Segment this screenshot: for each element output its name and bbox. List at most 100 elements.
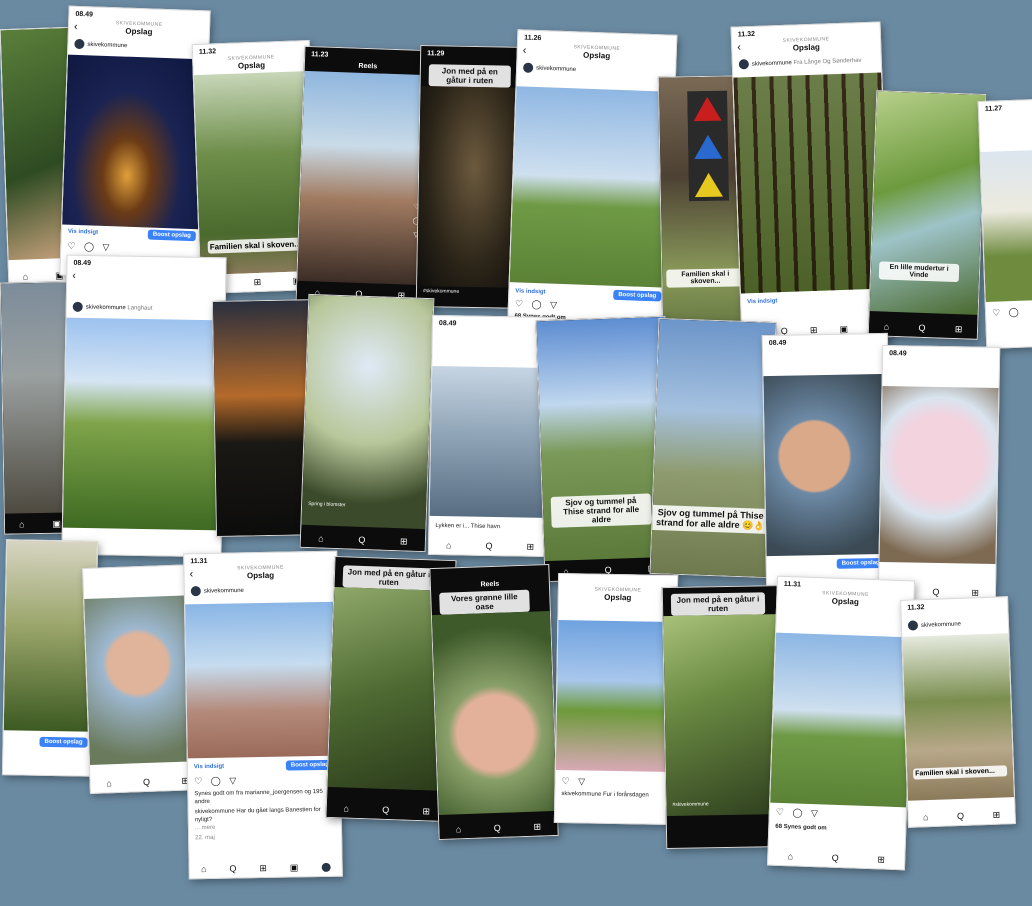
reels-title: Reels	[480, 580, 500, 589]
post-card-man-glasses[interactable]: 08.49 Boost opslag ⌂Q⊞	[761, 332, 893, 598]
add-icon[interactable]: ⊞	[526, 541, 534, 552]
post-photo	[980, 150, 1032, 302]
back-icon[interactable]: ‹	[72, 270, 76, 282]
boost-button[interactable]: Boost opslag	[147, 229, 196, 242]
post-card-tent-2[interactable]: 11.31 SKIVEKOMMUNE Opslag ♡ ◯ ▽ 68 Synes …	[766, 575, 916, 871]
reel-overlay-text: En lille mudertur i Vinde	[878, 261, 960, 283]
post-caption: Lykken er i... Thise havn	[435, 523, 501, 531]
status-time: 08.49	[73, 259, 92, 268]
post-card-forest-path[interactable]: 11.32 skivekommune Familien skal i skove…	[900, 596, 1016, 828]
reel-frame	[431, 610, 557, 815]
post-card-pine-forest[interactable]: 11.32 ‹ SKIVEKOMMUNE Opslag skivekommune …	[730, 21, 892, 343]
home-icon[interactable]: ⌂	[22, 271, 28, 281]
status-time: 11.31	[190, 557, 208, 566]
post-photo	[763, 373, 891, 557]
search-icon[interactable]: Q	[358, 535, 365, 545]
bottom-nav: ⌂ Q ⊞	[908, 805, 1015, 827]
post-actions[interactable]: ♡ ▽	[561, 776, 588, 787]
search-icon[interactable]: Q	[832, 853, 839, 863]
search-icon[interactable]: Q	[229, 863, 236, 873]
post-date: 22. maj	[195, 834, 215, 842]
status-time: 08.49	[768, 339, 787, 347]
status-time: 11.29	[427, 50, 445, 58]
post-header: SKIVEKOMMUNE Opslag	[227, 54, 275, 71]
home-icon[interactable]: ⌂	[923, 812, 929, 822]
post-card-fur-cliff[interactable]: SKIVEKOMMUNE Opslag ♡ ▽ skivekommune Fur …	[553, 572, 679, 826]
post-actions[interactable]: ♡ ◯ ▽	[776, 807, 821, 820]
reel-card-snail-hands[interactable]: Reels Vores grønne lille oase ⌂ Q ⊞	[429, 563, 559, 841]
home-icon[interactable]: ⌂	[106, 778, 112, 788]
post-card-banestien-sculpture[interactable]: 11.31 ‹ SKIVEKOMMUNE Opslag skivekommune …	[183, 550, 343, 880]
bottom-nav: ⌂ Q ⊞	[300, 528, 426, 552]
search-icon[interactable]: Q	[918, 323, 925, 333]
home-icon[interactable]: ⌂	[343, 803, 349, 813]
add-icon[interactable]: ⊞	[259, 862, 267, 873]
reel-card-blossom[interactable]: Spring i blomster ⌂ Q ⊞	[299, 293, 435, 553]
reel-frame	[869, 91, 986, 315]
boost-button[interactable]: Boost opslag	[613, 289, 662, 302]
add-icon[interactable]: ⊞	[877, 854, 885, 865]
post-card-cherry-tree[interactable]: 08.49 ⌂Q⊞	[877, 344, 1001, 604]
post-actions[interactable]: ♡ ◯ ▽	[515, 298, 560, 311]
avatar	[907, 620, 919, 631]
insights-link[interactable]: Vis indsigt	[68, 229, 98, 236]
post-card-white-cottage[interactable]: 11.27 ♡ ◯	[977, 99, 1032, 349]
post-photo	[879, 386, 999, 564]
insights-link[interactable]: Vis indsigt	[515, 288, 545, 295]
post-header: SKIVEKOMMUNE Opslag	[573, 44, 621, 61]
post-photo	[62, 54, 208, 230]
search-icon[interactable]: Q	[143, 777, 150, 787]
search-icon[interactable]: Q	[932, 587, 939, 597]
home-icon[interactable]: ⌂	[446, 540, 452, 550]
add-icon[interactable]: ⊞	[254, 276, 262, 287]
reel-card-beach-tyres[interactable]: Sjov og tummel på Thise strand for alle …	[649, 318, 777, 578]
boost-button[interactable]: Boost opslag	[39, 736, 88, 748]
post-card-thatched-house[interactable]: 08.49 ‹ SKIVEKOMMUNE Opslag skivekommune …	[59, 5, 211, 281]
post-photo	[62, 317, 225, 531]
reel-overlay-text: Jon med på en gåtur i ruten	[670, 592, 766, 616]
post-account[interactable]: skivekommune Langhaut	[72, 301, 219, 319]
likes-count: 68 Synes godt om	[775, 823, 827, 832]
search-icon[interactable]: Q	[957, 811, 964, 821]
add-icon[interactable]: ⊞	[993, 809, 1001, 820]
profile-avatar[interactable]	[321, 862, 331, 872]
post-card-dog-meadow[interactable]: 08.49 ‹ skivekommune Langhaut	[61, 254, 227, 558]
reel-overlay-text: Jon med på en gåtur i ruten	[428, 64, 511, 88]
insights-link[interactable]: Vis indsigt	[747, 298, 777, 305]
search-icon[interactable]: Q	[485, 541, 492, 551]
reels-icon[interactable]: ▣	[290, 862, 299, 873]
search-icon[interactable]: Q	[382, 805, 389, 815]
post-actions[interactable]: ♡ ◯	[992, 307, 1022, 319]
post-caption: skivekommune Fur i forårsdagen	[561, 791, 649, 799]
status-time: 11.32	[907, 604, 925, 612]
likes-count: Synes godt om fra marianne_joergensen og…	[194, 788, 323, 806]
post-photo	[185, 601, 340, 759]
post-actions[interactable]: ♡ ◯ ▽	[67, 241, 112, 254]
trail-marker-graphic	[687, 90, 730, 202]
home-icon[interactable]: ⌂	[19, 519, 25, 529]
reel-card-family-selfie[interactable]: 11.23 Reels ♡◯▽ ⌂Q⊞	[295, 45, 433, 307]
add-icon[interactable]: ⊞	[422, 806, 430, 817]
post-account[interactable]: skivekommune	[907, 617, 1002, 634]
add-icon[interactable]: ⊞	[400, 536, 408, 547]
reel-overlay-text: Sjov og tummel på Thise strand for alle …	[550, 493, 652, 528]
reels-icon[interactable]: ▣	[52, 518, 61, 529]
home-icon[interactable]: ⌂	[201, 864, 207, 874]
insights-link[interactable]: Vis indsigt	[194, 764, 224, 771]
more-link[interactable]: ... mere	[195, 822, 335, 832]
home-icon[interactable]: ⌂	[456, 824, 462, 834]
home-icon[interactable]: ⌂	[318, 533, 324, 543]
post-actions[interactable]: ♡ ◯ ▽	[194, 775, 239, 787]
add-icon[interactable]: ⊞	[955, 324, 963, 335]
post-card-tent[interactable]: 11.26 ‹ SKIVEKOMMUNE Opslag skivekommune …	[506, 29, 678, 347]
reel-card-stream[interactable]: En lille mudertur i Vinde ⌂ Q ⊞	[867, 90, 987, 340]
status-time: 11.31	[783, 580, 802, 589]
post-account[interactable]: skivekommune	[522, 62, 669, 82]
search-icon[interactable]: Q	[494, 823, 501, 833]
post-account[interactable]: skivekommune Fra Långe Og Sønderhav	[738, 55, 875, 74]
reel-frame	[650, 319, 776, 578]
add-icon[interactable]: ⊞	[533, 821, 541, 832]
home-icon[interactable]: ⌂	[884, 322, 890, 332]
post-account[interactable]: skivekommune	[190, 584, 331, 600]
home-icon[interactable]: ⌂	[787, 851, 793, 861]
